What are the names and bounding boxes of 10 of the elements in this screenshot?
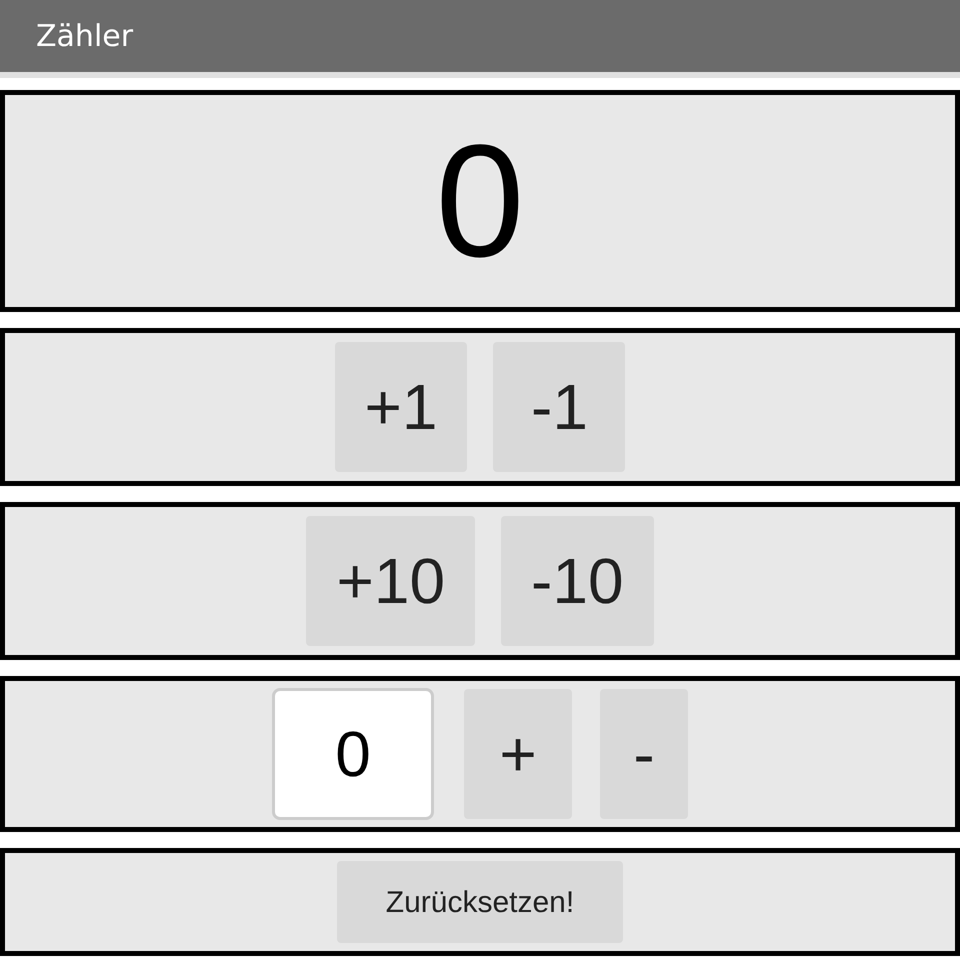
counter-value: 0	[436, 121, 524, 281]
step-button[interactable]: +1	[334, 342, 468, 472]
step-input-field[interactable]: 0	[272, 688, 434, 820]
step-button[interactable]: -	[600, 689, 688, 819]
reset-button[interactable]: Zurücksetzen!	[337, 861, 623, 943]
app-title: Zähler	[36, 18, 134, 56]
step-button[interactable]: +	[464, 689, 572, 819]
step-button[interactable]: -1	[493, 342, 626, 472]
step-button[interactable]: +10	[306, 516, 476, 646]
step-button[interactable]: -10	[501, 516, 654, 646]
